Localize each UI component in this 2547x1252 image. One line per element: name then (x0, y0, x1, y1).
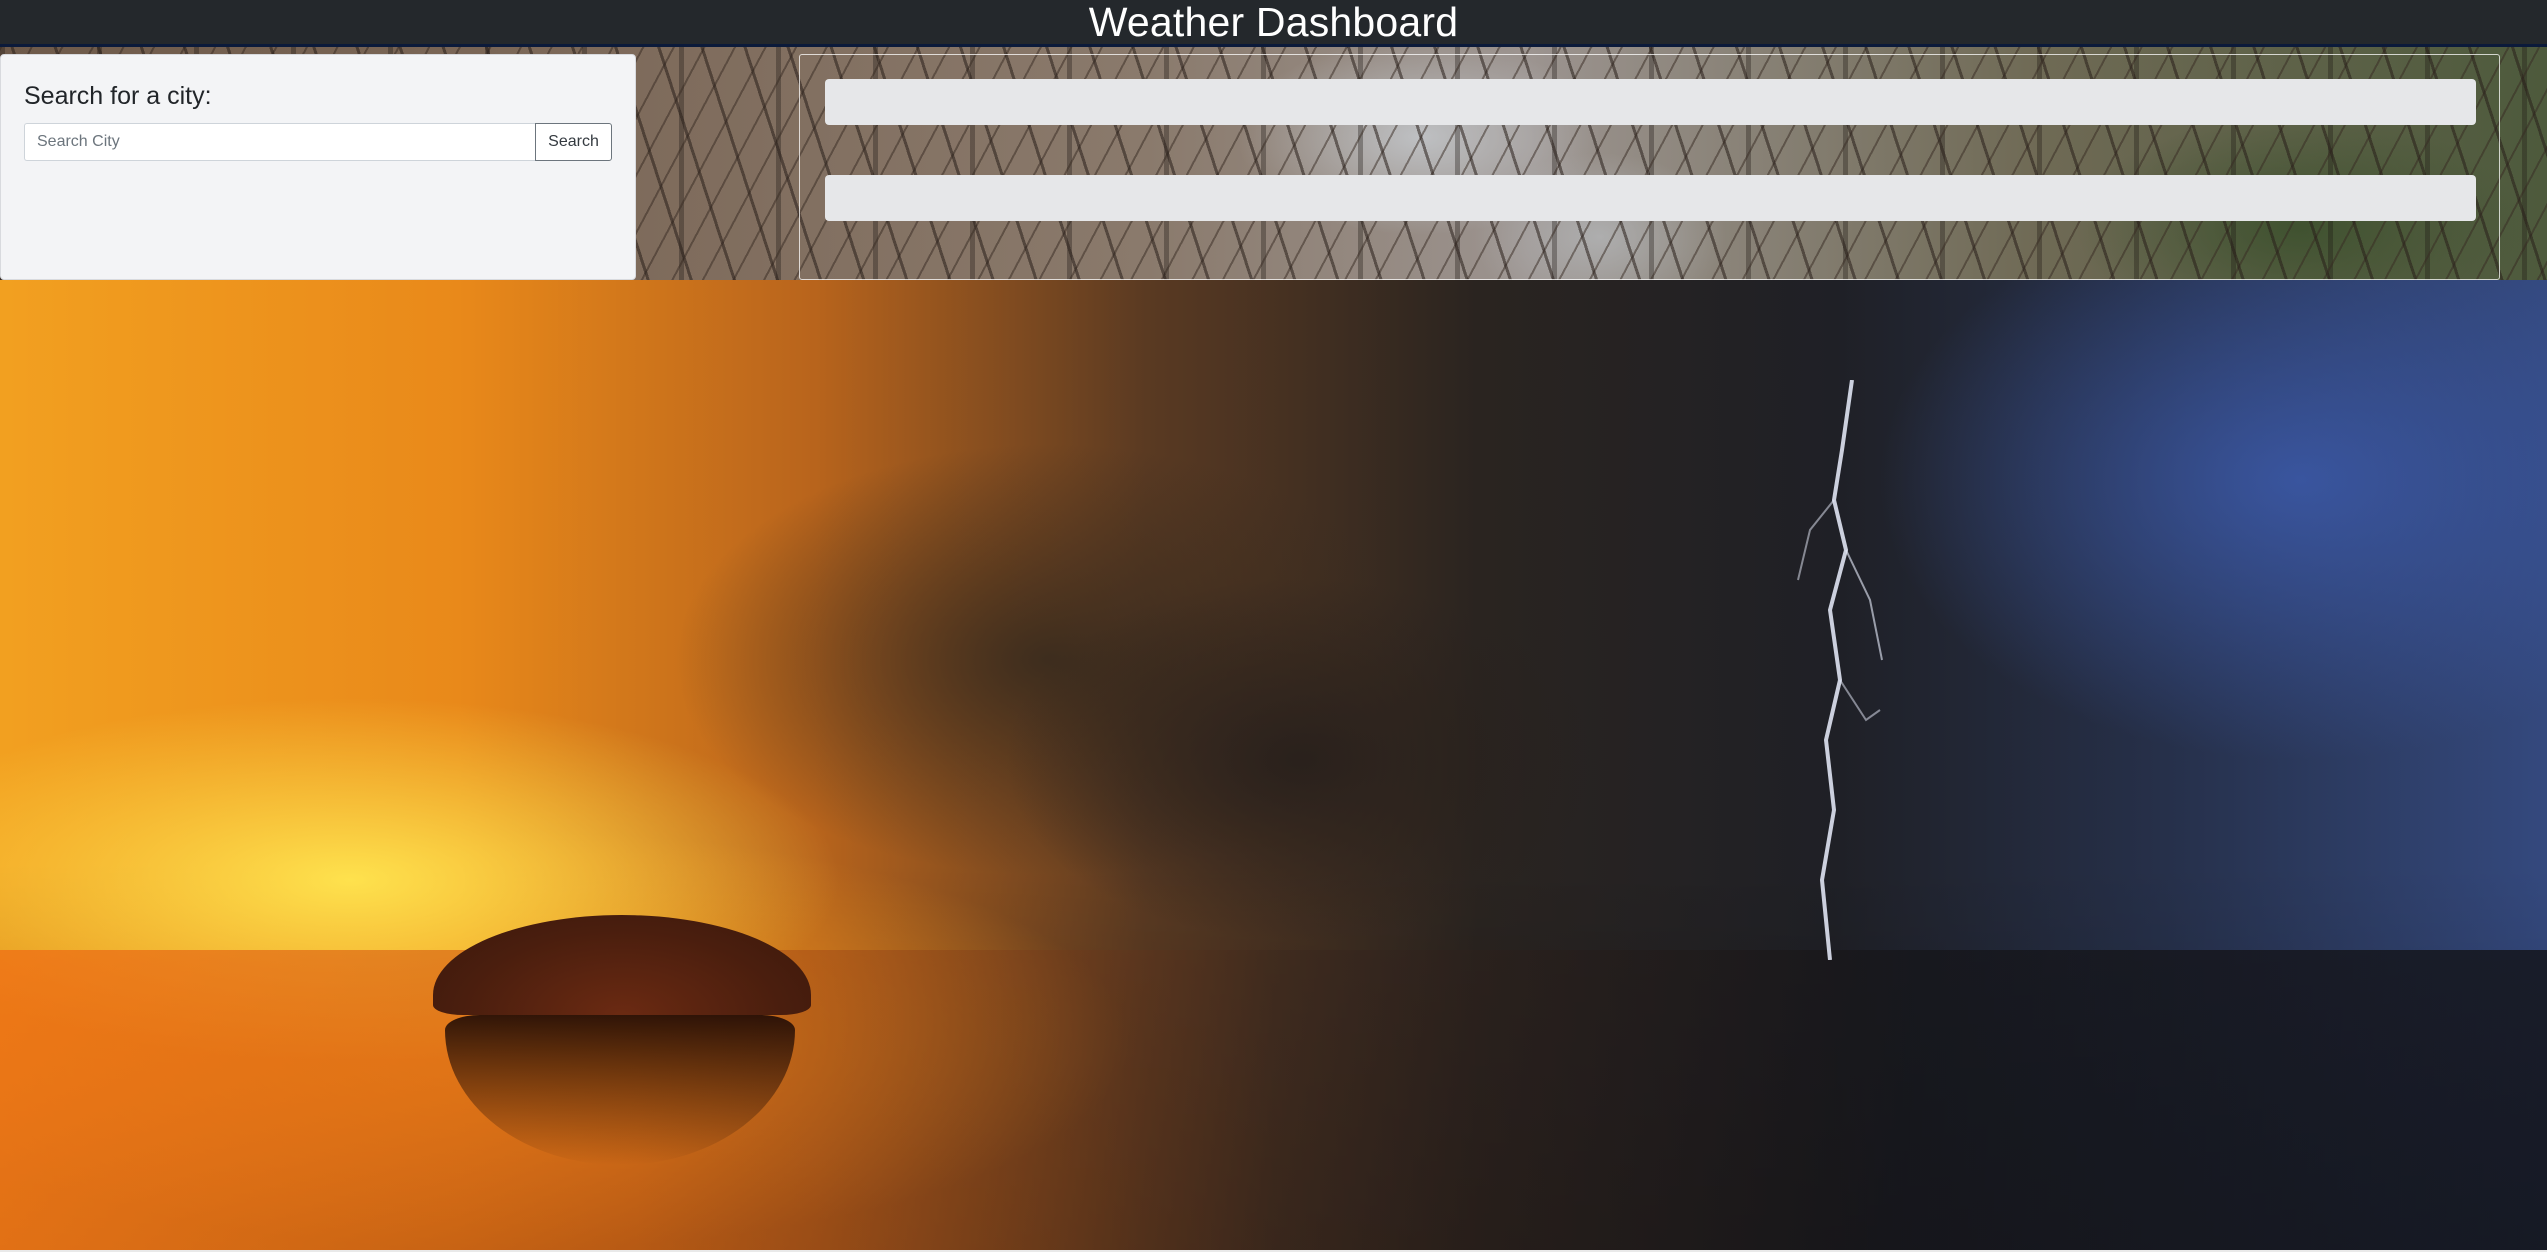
forecast-card (825, 175, 2476, 221)
lightning-bolt (1797, 380, 1883, 960)
search-button[interactable]: Search (535, 123, 612, 161)
page-title: Weather Dashboard (1088, 0, 1459, 45)
search-form: Search (24, 123, 612, 161)
current-weather-card (825, 79, 2476, 125)
app-header: Weather Dashboard (0, 0, 2547, 47)
sea-horizon (0, 950, 2547, 1252)
search-label: Search for a city: (24, 82, 212, 110)
weather-results-panel (799, 54, 2500, 280)
search-input[interactable] (24, 123, 535, 161)
search-panel: Search for a city: Search (0, 54, 636, 280)
